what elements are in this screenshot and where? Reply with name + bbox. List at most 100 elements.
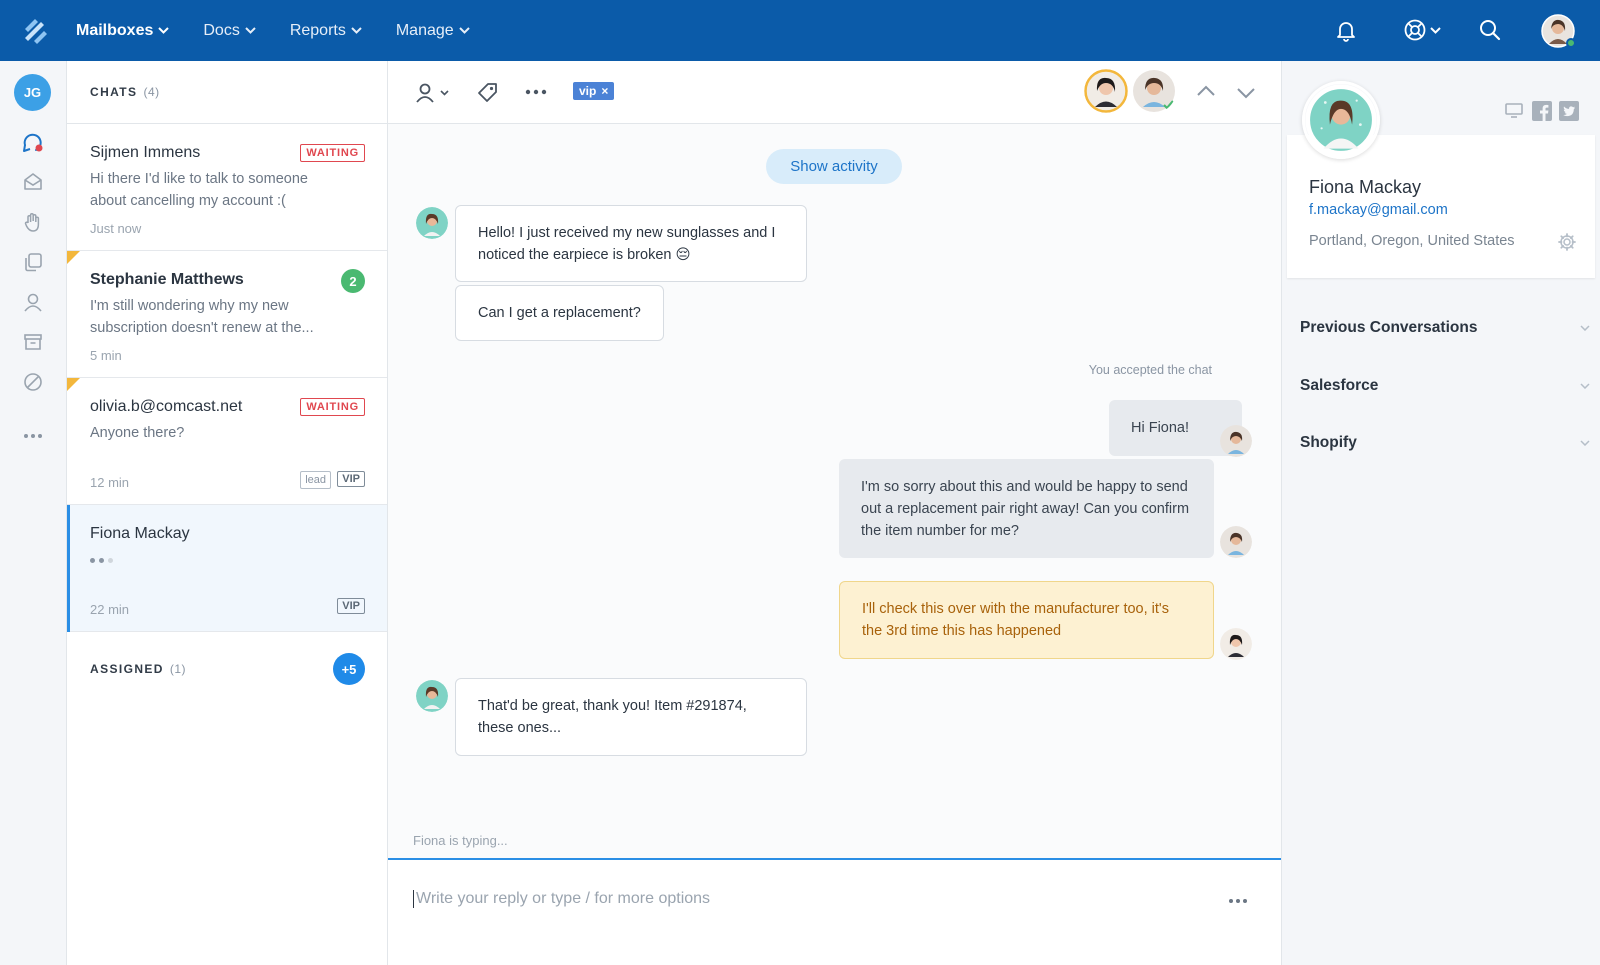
reply-input[interactable] <box>413 890 1173 908</box>
lifebuoy-icon <box>1404 19 1426 41</box>
nav-reports-label: Reports <box>289 21 346 39</box>
viewer-avatar[interactable] <box>1084 69 1128 113</box>
message-text: Hi Fiona! <box>1131 420 1190 436</box>
bell-icon[interactable] <box>1334 18 1358 42</box>
device-icon[interactable] <box>1504 101 1524 119</box>
message-customer: That'd be great, thank you! Item #291874… <box>455 678 807 756</box>
archive-icon[interactable] <box>22 331 44 353</box>
unread-count-badge: 2 <box>341 269 365 293</box>
customer-name: Fiona Mackay <box>1309 177 1422 197</box>
nav-manage[interactable]: Manage <box>396 22 470 40</box>
nav-mailboxes-label: Mailboxes <box>76 21 154 39</box>
agent-avatar <box>1220 526 1252 558</box>
assigned-count: (1) <box>169 662 187 676</box>
chevron-down-icon <box>1580 440 1590 446</box>
chat-item-olivia[interactable]: olivia.b@comcast.net Anyone there? 12 mi… <box>67 378 387 505</box>
block-icon[interactable] <box>22 371 44 393</box>
section-label: Shopify <box>1300 434 1357 451</box>
left-rail: JG <box>0 61 67 965</box>
chevron-down-icon <box>458 27 470 34</box>
tag-icon[interactable] <box>476 81 500 105</box>
chats-header-label: CHATS <box>90 85 138 99</box>
conversation-pane: vip × Show activity Hello! I just receiv… <box>388 61 1281 965</box>
assign-button[interactable] <box>414 81 449 105</box>
customer-email[interactable]: f.mackay@gmail.com <box>1309 202 1448 218</box>
chat-item-fiona[interactable]: Fiona Mackay 22 min VIP <box>67 505 387 632</box>
more-icon[interactable] <box>22 425 44 447</box>
accepted-chat-note: You accepted the chat <box>1088 363 1212 377</box>
vip-chip-label: vip <box>579 84 597 98</box>
customer-sidebar: Fiona Mackay f.mackay@gmail.com Portland… <box>1281 61 1600 965</box>
chat-time: Just now <box>90 221 142 236</box>
main-nav: Mailboxes Docs Reports Manage <box>76 0 504 61</box>
chevron-up-icon[interactable] <box>1196 85 1216 97</box>
priority-corner <box>67 251 80 264</box>
chat-time: 22 min <box>90 602 130 617</box>
chat-list: CHATS (4) Sijmen Immens Hi there I'd lik… <box>67 61 388 965</box>
customer-avatar <box>1302 81 1380 159</box>
helpscout-logo-icon[interactable] <box>22 16 50 44</box>
section-salesforce[interactable]: Salesforce <box>1300 377 1590 395</box>
chevron-down-icon <box>1580 383 1590 389</box>
facebook-icon[interactable] <box>1532 101 1552 121</box>
agent-avatar <box>1220 425 1252 457</box>
top-bar: Mailboxes Docs Reports Manage <box>0 0 1600 61</box>
section-shopify[interactable]: Shopify <box>1300 434 1590 452</box>
chat-name: Stephanie Matthews <box>90 271 244 288</box>
nav-docs[interactable]: Docs <box>203 21 256 40</box>
composer-more-icon[interactable] <box>1228 898 1248 904</box>
chevron-down-icon <box>158 27 170 34</box>
assigned-more-badge[interactable]: +5 <box>333 653 365 685</box>
vip-tag-chip[interactable]: vip × <box>573 82 615 100</box>
message-text: I'll check this over with the manufactur… <box>862 601 1169 639</box>
chat-name: Fiona Mackay <box>90 525 190 542</box>
waiting-badge: WAITING <box>300 144 365 162</box>
assigned-label: ASSIGNED <box>90 662 164 676</box>
show-activity-button[interactable]: Show activity <box>766 149 902 184</box>
search-icon[interactable] <box>1478 18 1502 42</box>
section-label: Previous Conversations <box>1300 319 1478 336</box>
message-text: Can I get a replacement? <box>478 305 641 321</box>
message-internal-note: I'll check this over with the manufactur… <box>839 581 1214 659</box>
lead-tag: lead <box>300 471 331 489</box>
chat-time: 12 min <box>90 475 130 490</box>
vip-tag: VIP <box>337 598 365 614</box>
more-actions-icon[interactable] <box>525 89 547 95</box>
nav-docs-label: Docs <box>203 21 240 39</box>
user-icon[interactable] <box>22 291 44 313</box>
docs-icon[interactable] <box>22 251 44 273</box>
chat-icon[interactable] <box>22 131 44 153</box>
agent-avatar[interactable] <box>1132 69 1176 113</box>
inbox-icon[interactable] <box>22 171 44 193</box>
section-previous-conversations[interactable]: Previous Conversations <box>1300 319 1590 337</box>
hand-icon[interactable] <box>22 211 44 233</box>
chat-preview: Hi there I'd like to talk to someone abo… <box>90 171 308 209</box>
user-initials-avatar[interactable]: JG <box>14 74 51 111</box>
chevron-down-icon <box>1580 325 1590 331</box>
chat-time: 5 min <box>90 348 122 363</box>
assigned-section[interactable]: ASSIGNED (1) +5 <box>67 632 387 706</box>
chevron-down-icon <box>245 27 256 34</box>
help-menu[interactable] <box>1403 18 1441 42</box>
chat-item-sijmen[interactable]: Sijmen Immens Hi there I'd like to talk … <box>67 124 387 251</box>
user-assign-icon <box>416 83 434 103</box>
chevron-down-icon <box>1430 26 1441 34</box>
reply-composer <box>388 858 1281 965</box>
message-text: That'd be great, thank you! Item #291874… <box>478 698 747 736</box>
vip-tag: VIP <box>337 471 365 487</box>
customer-location: Portland, Oregon, United States <box>1309 233 1515 249</box>
chat-preview: Anyone there? <box>90 425 185 441</box>
chat-item-stephanie[interactable]: Stephanie Matthews I'm still wondering w… <box>67 251 387 378</box>
nav-reports[interactable]: Reports <box>290 22 362 40</box>
message-text: I'm so sorry about this and would be hap… <box>861 478 1190 539</box>
teammate-avatar <box>1220 628 1252 660</box>
twitter-icon[interactable] <box>1559 101 1579 121</box>
online-status-dot <box>1566 38 1576 48</box>
user-avatar[interactable] <box>1541 14 1576 48</box>
gear-icon[interactable] <box>1557 232 1577 252</box>
nav-mailboxes[interactable]: Mailboxes <box>76 21 170 40</box>
chats-count: (4) <box>143 85 160 99</box>
chevron-down-icon[interactable] <box>1236 87 1256 99</box>
remove-tag-icon[interactable]: × <box>601 84 608 98</box>
chats-header: CHATS (4) <box>67 61 387 124</box>
